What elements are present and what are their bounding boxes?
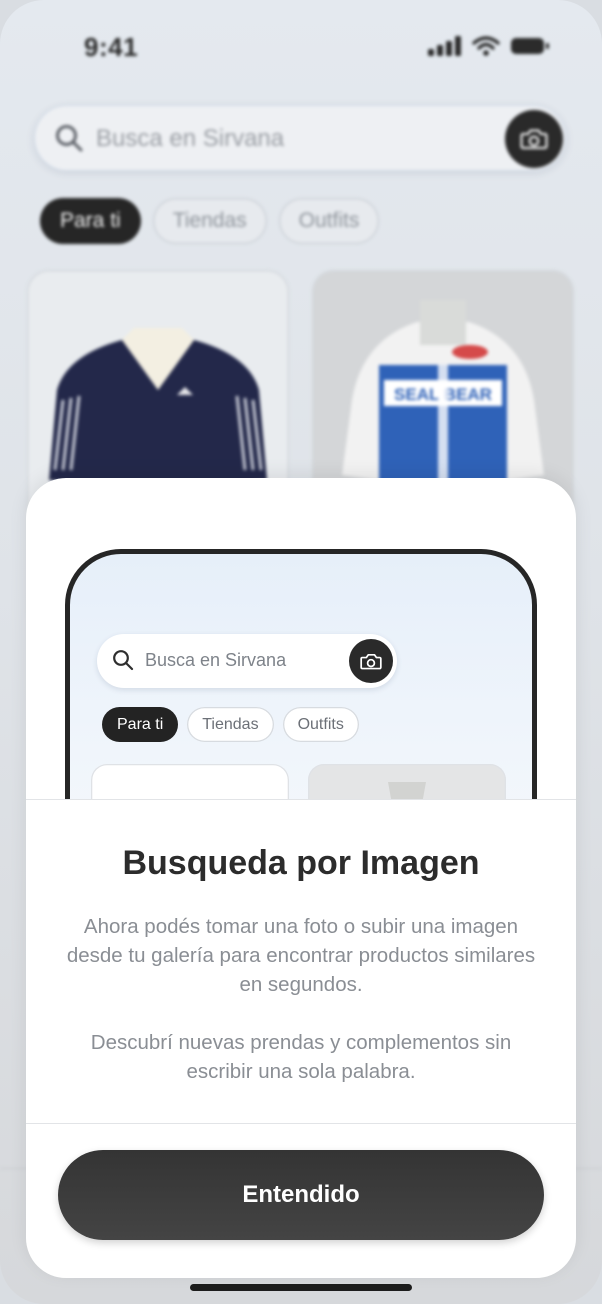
preview-product-card	[91, 764, 289, 799]
preview-product-card	[308, 764, 506, 799]
preview-camera-button	[349, 639, 393, 683]
tab-outfits[interactable]: Outfits	[278, 198, 380, 244]
preview-category-tabs: Para ti Tiendas Outfits	[102, 707, 359, 742]
search-icon	[113, 650, 134, 671]
search-bar[interactable]: Busca en Sirvana	[34, 105, 566, 171]
modal-divider	[26, 1123, 576, 1124]
wifi-icon	[472, 36, 500, 56]
preview-search-bar: Busca en Sirvana	[97, 634, 397, 688]
modal-paragraph: Descubrí nuevas prendas y complementos s…	[90, 1031, 512, 1083]
camera-icon	[360, 653, 382, 669]
product-image	[388, 782, 426, 799]
modal-title: Busqueda por Imagen	[122, 844, 480, 882]
search-placeholder: Busca en Sirvana	[96, 125, 285, 152]
camera-icon	[520, 129, 548, 149]
tab-tiendas[interactable]: Tiendas	[152, 198, 267, 244]
status-bar: 9:41	[0, 0, 602, 90]
preview-tab-outfits: Outfits	[282, 707, 359, 742]
battery-icon	[511, 38, 549, 54]
entendido-button[interactable]: Entendido	[58, 1150, 544, 1240]
cellular-signal-icon	[428, 36, 461, 56]
tab-para-ti[interactable]: Para ti	[40, 198, 141, 244]
search-icon	[56, 125, 83, 152]
image-search-modal: Busca en Sirvana Para ti Tiendas Outfits	[26, 478, 576, 1278]
modal-description: Ahora podés tomar una foto o subir una i…	[56, 912, 546, 1086]
camera-search-button[interactable]	[505, 110, 563, 168]
category-tabs: Para ti Tiendas Outfits	[40, 198, 380, 244]
preview-phone-frame: Busca en Sirvana Para ti Tiendas Outfits	[65, 549, 537, 799]
modal-paragraph: Ahora podés tomar una foto o subir una i…	[66, 915, 536, 996]
home-indicator[interactable]	[190, 1284, 412, 1291]
preview-search-placeholder: Busca en Sirvana	[145, 650, 287, 670]
phone-screen: 9:41 Busca en Sirvana Para ti Tiendas Ou…	[0, 0, 602, 1304]
preview-tab-tiendas: Tiendas	[187, 707, 274, 742]
preview-tab-para-ti: Para ti	[102, 707, 179, 742]
feature-preview: Busca en Sirvana Para ti Tiendas Outfits	[26, 478, 576, 800]
status-time: 9:41	[84, 32, 139, 62]
status-icons	[428, 36, 550, 56]
